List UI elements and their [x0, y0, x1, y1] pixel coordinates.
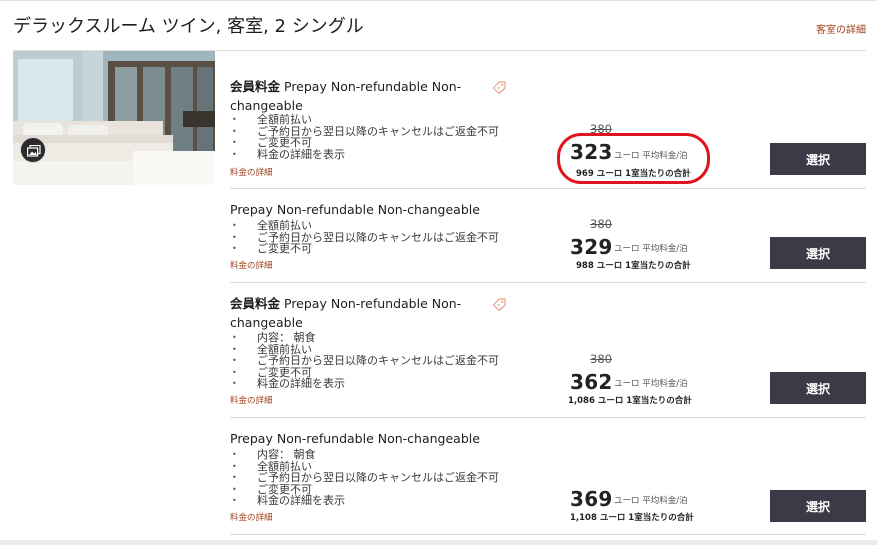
total-price: 1,086 ユーロ 1室当たりの合計: [568, 396, 692, 406]
rate-features: 内容： 朝食 全額前払い ご予約日から翌日以降のキャンセルはご返金不可 ご変更不…: [230, 332, 499, 390]
original-price: 380: [590, 217, 612, 231]
rate-features: 全額前払い ご予約日から翌日以降のキャンセルはご返金不可 ご変更不可 料金の詳細…: [230, 114, 499, 160]
price: 329: [570, 235, 613, 259]
bottom-divider: [0, 540, 877, 545]
rate-details-link[interactable]: 料金の詳細: [230, 394, 273, 406]
rate-name: Prepay Non-refundable Non-changeable: [230, 429, 530, 448]
per-night-label: ユーロ 平均料金/泊: [614, 496, 688, 506]
room-photo[interactable]: [13, 51, 215, 185]
tag-icon: [492, 298, 506, 311]
per-night-label: ユーロ 平均料金/泊: [614, 379, 688, 389]
feature-item: 内容： 朝食: [230, 449, 499, 461]
room-title: デラックスルーム ツイン, 客室, 2 シングル: [13, 16, 364, 37]
feature-item: ご変更不可: [230, 243, 499, 255]
top-divider: [0, 0, 877, 1]
select-button[interactable]: 選択: [770, 143, 866, 175]
feature-item: ご予約日から翌日以降のキャンセルはご返金不可: [230, 472, 499, 484]
rate-details-link[interactable]: 料金の詳細: [230, 259, 273, 271]
member-rate-label: 会員料金: [230, 296, 281, 311]
gallery-icon: [27, 145, 41, 157]
rate-features: 内容： 朝食 全額前払い ご予約日から翌日以降のキャンセルはご返金不可 ご変更不…: [230, 449, 499, 507]
feature-item: 全額前払い: [230, 220, 499, 232]
rate-divider: [230, 188, 866, 189]
rate-name: Prepay Non-refundable Non-changeable: [230, 200, 530, 219]
rate-name: 会員料金 Prepay Non-refundable Non-changeabl…: [230, 77, 470, 115]
rate-name: 会員料金 Prepay Non-refundable Non-changeabl…: [230, 294, 470, 332]
price-highlight-circle: [557, 133, 710, 184]
per-night-label: ユーロ 平均料金/泊: [614, 244, 688, 254]
room-details-link[interactable]: 客室の詳細: [816, 21, 866, 36]
tag-icon: [492, 81, 506, 94]
rate-plan-name: Prepay Non-refundable Non-changeable: [230, 202, 480, 217]
select-button[interactable]: 選択: [770, 237, 866, 269]
member-rate-label: 会員料金: [230, 79, 281, 94]
select-button[interactable]: 選択: [770, 372, 866, 404]
price: 362: [570, 370, 613, 394]
original-price: 380: [590, 352, 612, 366]
feature-item: ご変更不可: [230, 137, 499, 149]
rate-features: 全額前払い ご予約日から翌日以降のキャンセルはご返金不可 ご変更不可: [230, 220, 499, 255]
room-photo-image: [13, 51, 215, 185]
rate-details-link[interactable]: 料金の詳細: [230, 511, 273, 523]
feature-item: 内容： 朝食: [230, 332, 499, 344]
rate-divider: [230, 417, 866, 418]
feature-item[interactable]: 料金の詳細を表示: [230, 495, 499, 507]
rate-divider: [230, 282, 866, 283]
total-price: 1,108 ユーロ 1室当たりの合計: [570, 513, 694, 523]
feature-item[interactable]: 料金の詳細を表示: [230, 148, 499, 161]
feature-item: 全額前払い: [230, 114, 499, 126]
select-button[interactable]: 選択: [770, 490, 866, 522]
price: 369: [570, 487, 613, 511]
feature-item[interactable]: 料金の詳細を表示: [230, 378, 499, 390]
rate-details-link[interactable]: 料金の詳細: [230, 166, 273, 178]
feature-item: ご予約日から翌日以降のキャンセルはご返金不可: [230, 355, 499, 367]
gallery-button[interactable]: [20, 137, 46, 163]
total-price: 988 ユーロ 1室当たりの合計: [576, 261, 691, 271]
rate-plan-name: Prepay Non-refundable Non-changeable: [230, 431, 480, 446]
rate-divider: [230, 534, 866, 535]
